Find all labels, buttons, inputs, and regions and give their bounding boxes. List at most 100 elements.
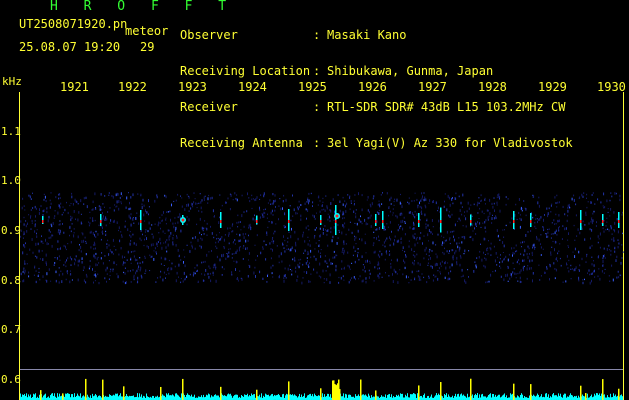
histogram-bar	[444, 394, 445, 400]
noise-pixel	[524, 249, 526, 253]
noise-pixel	[361, 194, 363, 197]
noise-pixel	[396, 240, 398, 243]
noise-pixel	[486, 281, 488, 283]
noise-pixel	[334, 256, 336, 259]
noise-pixel	[214, 263, 216, 267]
noise-pixel	[421, 206, 423, 210]
histogram-bar	[118, 396, 119, 400]
noise-pixel	[576, 235, 578, 237]
noise-pixel	[446, 230, 448, 234]
location-value: Shibukawa, Gunma, Japan	[327, 64, 494, 78]
noise-pixel	[139, 257, 141, 259]
noise-pixel	[546, 267, 548, 270]
histogram-bar	[167, 394, 168, 400]
noise-pixel	[392, 273, 393, 276]
noise-pixel	[416, 198, 418, 201]
noise-pixel	[330, 262, 332, 265]
noise-pixel	[347, 264, 349, 267]
noise-pixel	[294, 256, 296, 260]
noise-pixel	[300, 258, 302, 261]
noise-pixel	[54, 215, 56, 218]
noise-pixel	[480, 226, 482, 228]
noise-pixel	[136, 212, 138, 214]
noise-pixel	[479, 222, 481, 225]
histogram-bar	[43, 395, 44, 400]
noise-pixel	[59, 204, 60, 207]
histogram-bar	[442, 396, 443, 400]
noise-pixel	[417, 205, 419, 209]
noise-pixel	[450, 270, 452, 273]
noise-pixel	[255, 275, 256, 278]
noise-pixel	[183, 249, 185, 251]
noise-pixel	[419, 205, 421, 208]
noise-pixel	[88, 221, 89, 223]
noise-pixel	[85, 281, 87, 284]
noise-pixel	[130, 223, 132, 227]
noise-pixel	[231, 230, 233, 233]
noise-pixel	[177, 249, 179, 252]
noise-pixel	[165, 217, 167, 219]
noise-pixel	[257, 255, 258, 257]
histogram-bar	[208, 393, 209, 400]
histogram-bar	[622, 396, 623, 400]
histogram-bar	[99, 395, 100, 400]
noise-pixel	[410, 279, 412, 281]
noise-pixel	[60, 202, 62, 205]
noise-pixel	[223, 246, 225, 248]
noise-pixel	[515, 250, 517, 253]
noise-pixel	[130, 258, 132, 261]
noise-pixel	[499, 209, 501, 213]
noise-pixel	[349, 268, 351, 270]
noise-pixel	[24, 271, 26, 275]
noise-pixel	[581, 193, 583, 197]
histogram-bar	[234, 395, 235, 400]
noise-pixel	[368, 269, 370, 272]
noise-pixel	[320, 276, 322, 279]
noise-pixel	[98, 205, 100, 208]
noise-pixel	[331, 239, 333, 243]
noise-pixel	[590, 237, 591, 240]
noise-pixel	[168, 267, 170, 269]
noise-pixel	[122, 280, 124, 283]
noise-pixel	[230, 194, 232, 197]
histogram-bar	[203, 394, 204, 400]
noise-pixel	[89, 231, 91, 234]
histogram-bar	[341, 396, 342, 400]
histogram-bar	[111, 395, 112, 400]
noise-pixel	[547, 231, 549, 234]
noise-pixel	[502, 229, 504, 231]
noise-pixel	[377, 267, 379, 270]
noise-pixel	[441, 243, 443, 246]
noise-pixel	[153, 258, 155, 261]
noise-pixel	[614, 250, 616, 253]
histogram-bar	[116, 393, 117, 400]
noise-pixel	[536, 218, 538, 220]
noise-pixel	[291, 246, 293, 250]
noise-pixel	[94, 192, 96, 196]
noise-pixel	[170, 218, 171, 222]
noise-pixel	[502, 241, 504, 244]
noise-pixel	[111, 251, 113, 254]
noise-pixel	[533, 243, 535, 247]
noise-pixel	[145, 229, 147, 231]
noise-pixel	[602, 265, 604, 267]
noise-pixel	[209, 272, 211, 275]
noise-pixel	[357, 248, 359, 250]
histogram-bar	[356, 396, 357, 400]
noise-pixel	[53, 264, 55, 266]
noise-pixel	[373, 242, 375, 245]
meteor-ping-core	[470, 220, 472, 223]
noise-pixel	[556, 257, 558, 261]
noise-pixel	[337, 224, 339, 226]
histogram-bar	[25, 395, 26, 400]
noise-pixel	[597, 256, 599, 259]
noise-pixel	[444, 193, 446, 195]
noise-pixel	[144, 257, 146, 259]
noise-pixel	[203, 196, 205, 200]
noise-pixel	[159, 237, 161, 241]
noise-pixel	[614, 221, 616, 225]
noise-pixel	[570, 278, 572, 280]
histogram-bar	[316, 396, 317, 400]
noise-pixel	[264, 208, 266, 210]
noise-pixel	[156, 253, 157, 255]
